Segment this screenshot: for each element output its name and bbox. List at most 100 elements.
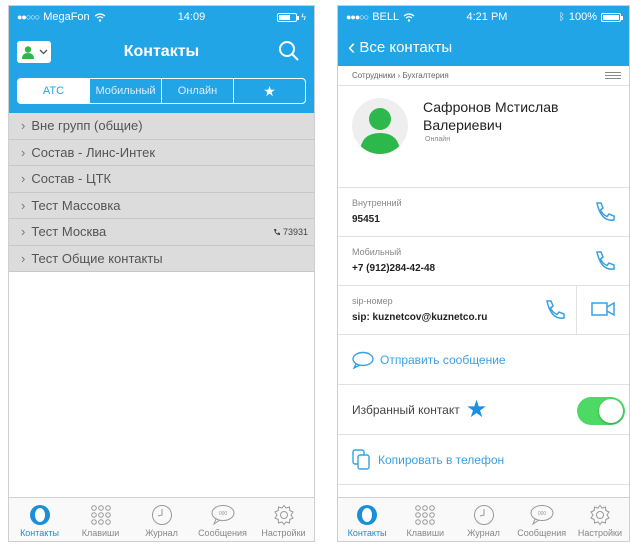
field-label: Мобильный xyxy=(352,247,402,257)
tab-messages[interactable]: 000 Сообщения xyxy=(513,498,571,541)
copy-icon xyxy=(352,448,370,470)
call-number: 73931 xyxy=(282,226,308,237)
status-time: 14:09 xyxy=(177,11,206,23)
speech-bubble-icon xyxy=(352,351,374,369)
tab-contacts[interactable]: Контакты xyxy=(338,498,396,541)
contact-name: Сафронов Мстислав Валериевич xyxy=(423,99,559,133)
segment-mobile[interactable]: Мобильный xyxy=(90,79,162,103)
wifi-icon xyxy=(94,12,106,22)
status-bar: ●●○○○ MegaFon 14:09 ϟ xyxy=(9,6,314,28)
battery-percent: 100% xyxy=(568,11,597,23)
tab-label: Настройки xyxy=(577,528,622,538)
group-item[interactable]: › Тест Москва 73931 xyxy=(9,219,314,246)
field-value: 95451 xyxy=(352,214,380,225)
tab-label: Журнал xyxy=(467,528,500,538)
chevron-left-icon: ‹ xyxy=(348,34,356,59)
star-icon: ★ xyxy=(263,82,276,99)
charging-icon: ϟ xyxy=(301,12,306,22)
contact-profile: Сафронов Мстислав Валериевич Онлайн xyxy=(338,86,629,188)
segment-online[interactable]: Онлайн xyxy=(162,79,234,103)
battery-icon xyxy=(277,12,300,22)
tab-bar: Контакты Клавиши Журнал 000 Сообщения На… xyxy=(338,497,629,541)
tab-history[interactable]: Журнал xyxy=(131,498,192,541)
search-icon[interactable] xyxy=(276,38,302,64)
segment-favorites[interactable]: ★ xyxy=(234,79,305,103)
keypad-icon xyxy=(90,505,111,525)
filter-segments: АТС Мобильный Онлайн ★ xyxy=(17,78,306,104)
wifi-icon xyxy=(403,12,415,22)
copy-to-phone-button[interactable]: Копировать в телефон xyxy=(338,435,629,485)
chevron-right-icon: › xyxy=(21,118,26,134)
phone-icon[interactable] xyxy=(593,249,617,273)
star-icon: ★ xyxy=(465,396,488,423)
user-icon xyxy=(21,46,34,59)
tab-history[interactable]: Журнал xyxy=(454,498,512,541)
contact-status: Онлайн xyxy=(425,136,451,143)
divider xyxy=(576,286,577,334)
header: ●●●○○ BELL 4:21 PM ᛒ 100% ‹ Все контакты xyxy=(338,6,629,66)
field-label: sip-номер xyxy=(352,296,393,306)
field-label: Внутренний xyxy=(352,198,402,208)
group-item[interactable]: › Состав - ЦТК xyxy=(9,166,314,193)
group-item[interactable]: › Состав - Линс-Интек xyxy=(9,140,314,166)
video-call-icon[interactable] xyxy=(591,300,615,318)
tab-settings[interactable]: Настройки xyxy=(571,498,629,541)
keypad-icon xyxy=(415,505,436,525)
back-button[interactable]: ‹ Все контакты xyxy=(348,36,452,58)
mobile-number-field: Мобильный +7 (912)284-42-48 xyxy=(338,237,629,286)
tab-contacts[interactable]: Контакты xyxy=(9,498,70,541)
group-item[interactable]: › Тест Общие контакты xyxy=(9,246,314,272)
group-list: › Вне групп (общие) › Состав - Линс-Интек … xyxy=(9,113,314,272)
group-label: Тест Массовка xyxy=(31,197,121,213)
chevron-right-icon: › xyxy=(21,224,26,240)
group-label: Тест Общие контакты xyxy=(31,250,163,266)
tab-bar: Контакты Клавиши Журнал 000 Сообщения На… xyxy=(9,497,314,541)
send-message-label: Отправить сообщение xyxy=(380,352,506,367)
breadcrumb-text[interactable]: Сотрудники › Бухгалтерия xyxy=(352,71,449,80)
gear-icon xyxy=(273,504,294,526)
phone-icon[interactable] xyxy=(593,200,617,224)
menu-icon[interactable] xyxy=(605,72,621,79)
send-message-button[interactable]: Отправить сообщение xyxy=(338,335,629,385)
favorite-toggle[interactable] xyxy=(577,397,625,425)
tab-label: Контакты xyxy=(20,528,59,538)
signal-icon: ●●●○○ xyxy=(346,12,369,22)
user-menu-button[interactable] xyxy=(17,41,51,63)
status-time: 4:21 PM xyxy=(466,11,508,23)
avatar xyxy=(352,98,408,154)
phone-icon xyxy=(273,228,280,235)
group-label: Вне групп (общие) xyxy=(31,118,143,134)
clock-icon xyxy=(473,505,494,525)
group-item[interactable]: › Тест Массовка xyxy=(9,193,314,219)
contacts-icon xyxy=(357,505,378,525)
tab-label: Журнал xyxy=(145,528,178,538)
chevron-right-icon: › xyxy=(21,144,26,160)
favorite-contact-row: Избранный контакт ★ xyxy=(338,385,629,435)
tab-keypad[interactable]: Клавиши xyxy=(70,498,131,541)
tab-label: Клавиши xyxy=(81,528,120,538)
field-value: sip: kuznetcov@kuznetco.ru xyxy=(352,312,488,323)
tab-label: Сообщения xyxy=(198,528,247,538)
active-call-indicator[interactable]: 73931 xyxy=(273,227,308,237)
carrier-name: MegaFon xyxy=(43,11,90,23)
favorite-label: Избранный контакт xyxy=(352,402,460,417)
tab-keypad[interactable]: Клавиши xyxy=(396,498,454,541)
chat-icon: 000 xyxy=(211,505,234,526)
contact-detail-screen: ●●●○○ BELL 4:21 PM ᛒ 100% ‹ Все контакты… xyxy=(337,5,630,542)
group-item[interactable]: › Вне групп (общие) xyxy=(9,113,314,140)
tab-messages[interactable]: 000 Сообщения xyxy=(192,498,253,541)
tab-settings[interactable]: Настройки xyxy=(253,498,314,541)
field-value: +7 (912)284-42-48 xyxy=(352,263,436,274)
phone-icon[interactable] xyxy=(543,298,567,322)
toggle-knob xyxy=(599,399,623,423)
nav-bar: ‹ Все контакты xyxy=(338,28,629,66)
clock-icon xyxy=(151,505,172,525)
chevron-right-icon: › xyxy=(21,250,26,266)
chat-icon: 000 xyxy=(530,505,554,526)
filter-segments-wrap: АТС Мобильный Онлайн ★ xyxy=(9,76,314,113)
header: ●●○○○ MegaFon 14:09 ϟ Контакты АТС Мобил… xyxy=(9,6,314,113)
tab-label: Настройки xyxy=(261,528,306,538)
nav-bar: Контакты xyxy=(9,28,314,76)
back-label: Все контакты xyxy=(359,38,453,56)
segment-ats[interactable]: АТС xyxy=(18,79,90,103)
